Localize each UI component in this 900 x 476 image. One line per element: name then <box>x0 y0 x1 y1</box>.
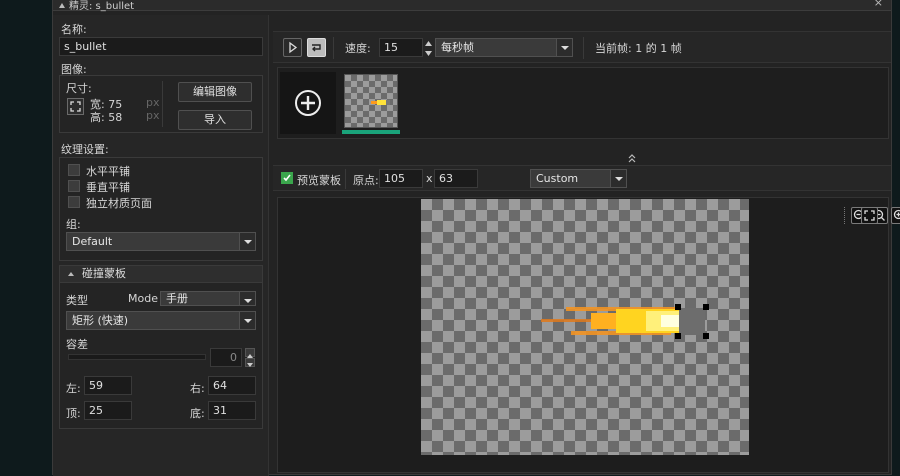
resize-icon[interactable] <box>67 98 84 115</box>
speed-unit-select[interactable]: 每秒帧 <box>435 38 573 57</box>
current-frame-label: 当前帧: 1 的 1 帧 <box>595 40 682 56</box>
collapse-icon <box>68 272 74 276</box>
height-label: 高: 58 <box>90 109 122 125</box>
play-icon[interactable] <box>283 38 302 57</box>
bottom-input[interactable]: 31 <box>208 401 256 420</box>
edit-image-button[interactable]: 编辑图像 <box>178 82 252 102</box>
size-label: 尺寸: <box>66 80 92 96</box>
origin-preset-select[interactable]: Custom <box>530 169 627 188</box>
speed-label: 速度: <box>345 40 371 56</box>
texture-settings-label: 纹理设置: <box>61 141 109 157</box>
collapse-strip-icon[interactable] <box>627 153 637 163</box>
editor-area: 速度: 15 每秒帧 当前帧: 1 的 1 帧 预览蒙板 原点: <box>273 15 893 476</box>
preview-mask-checkbox[interactable] <box>281 172 293 184</box>
htile-checkbox[interactable] <box>68 164 80 176</box>
shape-select[interactable]: 矩形 (快速) <box>66 311 256 330</box>
speed-down-icon[interactable] <box>424 48 433 57</box>
properties-panel: 名称: s_bullet 图像: 尺寸: 宽: 75 高: 58 px px 编… <box>53 15 269 476</box>
width-unit: px <box>146 96 160 109</box>
sprite-canvas[interactable] <box>421 199 749 455</box>
frame-thumbnail[interactable] <box>344 74 398 128</box>
tolerance-input[interactable]: 0 <box>210 348 242 367</box>
origin-label: 原点: <box>353 172 379 188</box>
right-input[interactable]: 64 <box>208 376 256 395</box>
group-value: Default <box>72 235 112 248</box>
collision-mask-rect <box>679 308 705 335</box>
bullet-trail <box>541 307 684 335</box>
right-label: 右: <box>190 380 205 396</box>
frame-selected-indicator <box>342 130 400 134</box>
collapse-icon[interactable] <box>59 3 65 8</box>
image-panel: 尺寸: 宽: 75 高: 58 px px 编辑图像 导入 <box>59 75 263 133</box>
separate-page-label: 独立材质页面 <box>86 195 152 211</box>
divider <box>345 169 346 189</box>
mask-handle <box>675 304 681 310</box>
zoom-grip <box>844 207 847 224</box>
shape-value: 矩形 (快速) <box>72 314 128 327</box>
speed-up-icon[interactable] <box>424 38 433 47</box>
name-input[interactable]: s_bullet <box>59 37 263 56</box>
type-label: 类型 <box>66 292 88 308</box>
window-titlebar[interactable]: 精灵: s_bullet × <box>53 0 891 11</box>
speed-unit-value: 每秒帧 <box>441 41 474 54</box>
origin-y-input[interactable]: 63 <box>434 169 478 188</box>
mode-select[interactable]: 手册 <box>160 291 256 306</box>
add-frame-icon <box>294 89 322 117</box>
divider <box>162 81 163 127</box>
fit-screen-icon[interactable] <box>861 207 878 224</box>
bottom-label: 底: <box>190 405 205 421</box>
origin-preset-value: Custom <box>536 172 578 185</box>
mask-handle <box>703 304 709 310</box>
chevron-down-icon[interactable] <box>610 170 626 187</box>
vtile-label: 垂直平铺 <box>86 179 130 195</box>
left-label: 左: <box>66 380 81 396</box>
chevron-down-icon[interactable] <box>239 292 255 305</box>
bullet-sprite-image <box>421 199 749 455</box>
top-label: 顶: <box>66 405 81 421</box>
divider <box>583 37 584 59</box>
canvas-viewport[interactable] <box>277 197 889 473</box>
chevron-down-icon[interactable] <box>239 312 255 329</box>
bullet-thumbnail-image <box>345 75 399 129</box>
tolerance-down-icon[interactable] <box>245 358 255 367</box>
preview-mask-label: 预览蒙板 <box>297 172 341 188</box>
name-label: 名称: <box>61 21 87 37</box>
texture-panel: 水平平铺 垂直平铺 独立材质页面 组: Default <box>59 157 263 261</box>
chevron-down-icon[interactable] <box>239 233 255 250</box>
divider <box>333 37 334 59</box>
mode-label: Mode <box>128 292 158 305</box>
height-unit: px <box>146 109 160 122</box>
chevron-down-icon[interactable] <box>556 39 572 56</box>
loop-icon[interactable] <box>307 38 326 57</box>
sprite-editor-window: 精灵: s_bullet × 名称: s_bullet 图像: 尺寸: 宽: 7… <box>52 0 892 475</box>
close-icon[interactable]: × <box>874 0 883 9</box>
tolerance-up-icon[interactable] <box>245 348 255 357</box>
mode-value: 手册 <box>166 292 188 305</box>
zoom-in-icon[interactable] <box>891 207 900 224</box>
origin-separator: x <box>426 172 433 185</box>
window-title: 精灵: s_bullet <box>59 0 134 12</box>
collision-panel: 碰撞蒙板 类型 Mode 手册 矩形 (快速) 容差 0 左: 59 右: 64… <box>59 265 263 429</box>
top-input[interactable]: 25 <box>84 401 132 420</box>
group-label: 组: <box>66 216 81 232</box>
vtile-checkbox[interactable] <box>68 180 80 192</box>
group-select[interactable]: Default <box>66 232 256 251</box>
mask-handle <box>675 333 681 339</box>
add-frame-button[interactable] <box>280 72 336 134</box>
tolerance-label: 容差 <box>66 336 88 352</box>
tolerance-slider[interactable] <box>68 354 206 360</box>
playback-toolbar: 速度: 15 每秒帧 当前帧: 1 的 1 帧 <box>273 31 891 63</box>
import-button[interactable]: 导入 <box>178 110 252 130</box>
htile-label: 水平平铺 <box>86 163 130 179</box>
speed-input[interactable]: 15 <box>379 38 423 57</box>
frame-strip <box>277 67 889 139</box>
left-input[interactable]: 59 <box>84 376 132 395</box>
separate-page-checkbox[interactable] <box>68 196 80 208</box>
mask-handle <box>703 333 709 339</box>
mask-toolbar: 预览蒙板 原点: 105 x 63 Custom <box>273 165 891 191</box>
collision-header[interactable]: 碰撞蒙板 <box>59 265 263 283</box>
origin-x-input[interactable]: 105 <box>379 169 423 188</box>
